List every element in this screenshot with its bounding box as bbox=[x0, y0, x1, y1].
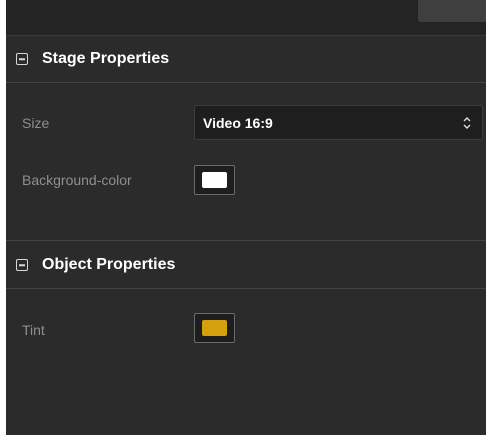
toolbar-tab[interactable] bbox=[418, 0, 486, 22]
size-select[interactable]: Video 16:9 bbox=[194, 105, 483, 140]
chevron-up-down-icon bbox=[463, 116, 471, 129]
background-color-fill bbox=[202, 172, 227, 188]
section-divider bbox=[6, 240, 486, 241]
section-title: Object Properties bbox=[42, 256, 176, 273]
background-color-label: Background-color bbox=[22, 172, 132, 188]
size-select-value: Video 16:9 bbox=[203, 114, 273, 131]
panel-toolbar bbox=[6, 0, 486, 36]
section-title: Stage Properties bbox=[42, 50, 170, 67]
collapse-icon[interactable] bbox=[16, 259, 28, 271]
tint-color-fill bbox=[202, 320, 227, 336]
tint-color-swatch[interactable] bbox=[194, 313, 235, 343]
stage-properties-header[interactable]: Stage Properties bbox=[6, 36, 486, 83]
background-color-swatch[interactable] bbox=[194, 165, 235, 195]
properties-panel: Stage Properties Size Video 16:9 Backgro… bbox=[6, 0, 486, 435]
collapse-icon[interactable] bbox=[16, 53, 28, 65]
object-properties-header[interactable]: Object Properties bbox=[6, 242, 486, 289]
size-label: Size bbox=[22, 115, 50, 131]
tint-label: Tint bbox=[22, 322, 45, 338]
